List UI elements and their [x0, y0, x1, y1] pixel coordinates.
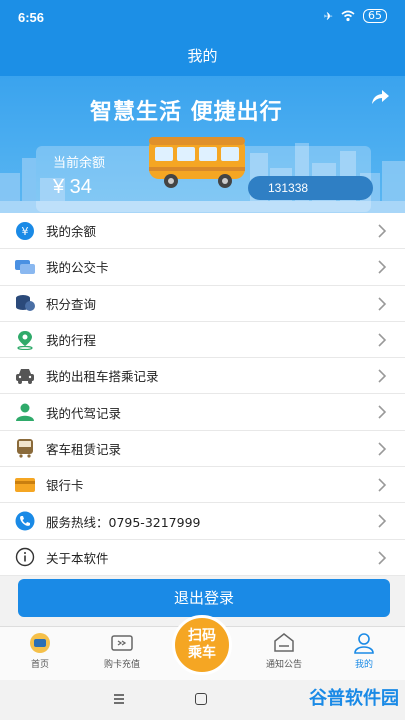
tab-label: 购卡充值 [103, 660, 140, 670]
menu-item-label: 关于本软件 [46, 550, 109, 566]
chevron-right-icon [378, 333, 387, 347]
system-nav-bar: 谷普软件园 [0, 680, 405, 720]
chevron-right-icon [378, 297, 387, 311]
watermark: 谷普软件园 [309, 688, 399, 709]
menu-item-label: 我的行程 [46, 333, 97, 349]
menu-item-balance[interactable]: ¥ 我的余额 [0, 213, 405, 250]
card-recharge-icon [111, 635, 133, 651]
chevron-right-icon [378, 478, 387, 492]
home-square-icon[interactable] [195, 693, 207, 705]
page-title: 我的 [0, 36, 405, 76]
menu-item-driver-records[interactable]: 我的代驾记录 [0, 394, 405, 431]
menu-item-label: 积分查询 [46, 296, 97, 312]
balance-amount: ¥ 34 [53, 176, 92, 198]
phone-number: 131338 [248, 176, 373, 200]
menu-item-label: 银行卡 [46, 478, 84, 494]
menu-item-label: 我的余额 [46, 224, 97, 240]
status-bar: 6:56 ✈ 65 [0, 0, 405, 36]
menu-item-trips[interactable]: 我的行程 [0, 322, 405, 359]
chevron-right-icon [378, 442, 387, 456]
chevron-right-icon [378, 405, 387, 420]
chevron-right-icon [378, 369, 387, 383]
logout-button[interactable]: 退出登录 [18, 579, 390, 617]
share-icon[interactable] [369, 86, 391, 108]
airplane-icon: ✈ [323, 9, 333, 23]
wifi-icon [341, 10, 355, 22]
menu-item-bank-card[interactable]: 银行卡 [0, 467, 405, 504]
home-icon [30, 633, 50, 653]
balance-label: 当前余额 [53, 156, 106, 171]
tab-label: 我的 [354, 660, 373, 670]
bus-card-icon [14, 256, 36, 278]
menu-item-label: 我的公交卡 [46, 260, 109, 276]
scan-to-ride-button[interactable]: 扫码 乘车 [172, 615, 232, 675]
coach-icon [14, 437, 36, 459]
yen-coin-icon: ¥ [14, 220, 36, 242]
menu-item-about[interactable]: 关于本软件 [0, 540, 405, 576]
phone-icon [14, 510, 36, 532]
info-icon [14, 546, 36, 568]
chevron-right-icon [378, 224, 387, 238]
notice-icon [274, 633, 294, 652]
tab-me[interactable]: 我的 [334, 631, 394, 670]
tab-label: 首页 [30, 660, 49, 670]
battery-icon: 65 [363, 9, 387, 23]
svg-text:¥: ¥ [22, 225, 29, 238]
coin-stack-icon [14, 292, 36, 314]
menu-item-label: 我的代驾记录 [46, 405, 122, 421]
menu-item-taxi-records[interactable]: 我的出租车搭乘记录 [0, 358, 405, 395]
tab-label: 通知公告 [265, 660, 302, 670]
driver-icon [14, 401, 36, 423]
banner-slogan: 智慧生活 便捷出行 [90, 100, 283, 125]
menu-item-points[interactable]: 积分查询 [0, 286, 405, 322]
profile-banner: 智慧生活 便捷出行 当前余额 ¥ 34 131338 [0, 76, 405, 213]
menu-list: ¥ 我的余额 我的公交卡 积分查询 我的行程 我的出租车搭乘记录 我的代驾记录 … [0, 213, 405, 576]
menu-icon[interactable] [113, 693, 125, 705]
status-icons: ✈ 65 [324, 9, 387, 23]
chevron-right-icon [378, 551, 387, 565]
menu-item-label: 服务热线：0795-3217999 [46, 514, 201, 530]
menu-item-bus-card[interactable]: 我的公交卡 [0, 249, 405, 286]
chevron-right-icon [378, 260, 387, 274]
bottom-tab-bar: 首页 购卡充值 扫码 乘车 通知公告 我的 [0, 615, 405, 680]
tab-buy-card[interactable]: 购卡充值 [92, 631, 152, 670]
menu-item-label: 我的出租车搭乘记录 [46, 369, 159, 385]
bus-icon [149, 137, 245, 188]
map-pin-icon [14, 329, 36, 351]
chevron-right-icon [378, 514, 387, 528]
menu-item-service-hotline[interactable]: 服务热线：0795-3217999 [0, 503, 405, 540]
menu-item-label: 客车租赁记录 [46, 441, 122, 457]
bank-card-icon [14, 474, 36, 496]
status-time: 6:56 [18, 10, 45, 25]
menu-item-coach-rental[interactable]: 客车租赁记录 [0, 431, 405, 468]
tab-notice[interactable]: 通知公告 [254, 631, 314, 670]
tab-home[interactable]: 首页 [10, 631, 70, 670]
taxi-icon [14, 365, 36, 387]
user-icon [354, 633, 374, 654]
